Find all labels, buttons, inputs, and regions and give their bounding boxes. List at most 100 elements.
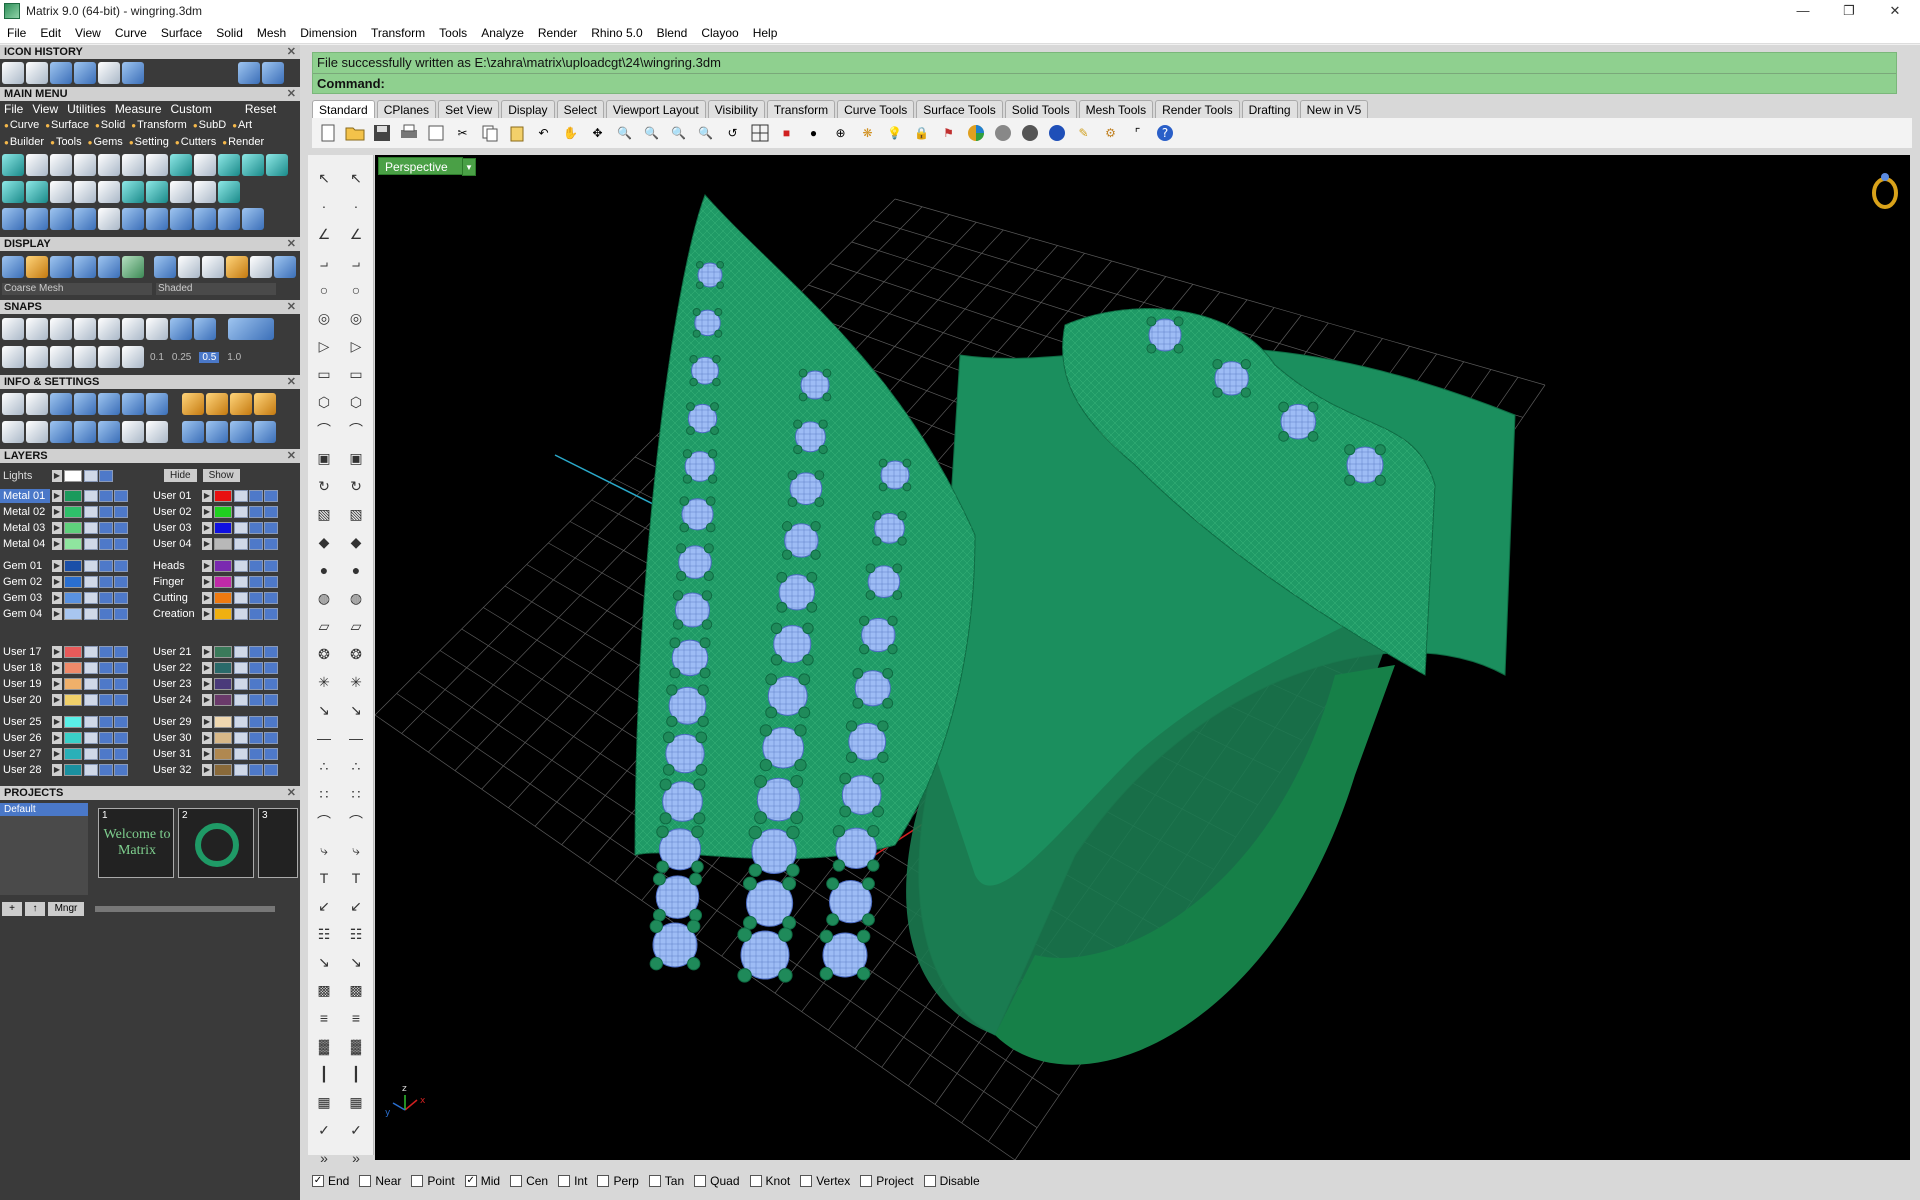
grid-icon[interactable] xyxy=(98,346,120,368)
layer-color-swatch[interactable] xyxy=(64,591,82,604)
layer-select-toggle[interactable] xyxy=(114,715,128,728)
tool-icon[interactable] xyxy=(170,154,192,176)
help-icon[interactable]: ? xyxy=(1153,122,1176,144)
layer-row[interactable]: User 21 ▶ xyxy=(150,644,279,659)
layer-row[interactable]: User 04 ▶ xyxy=(150,536,279,551)
layer-color-swatch[interactable] xyxy=(214,537,232,550)
layer-select-toggle[interactable] xyxy=(264,591,278,604)
vertical-tool-icon[interactable]: ● xyxy=(345,559,367,581)
expand-icon[interactable]: ▶ xyxy=(202,505,212,518)
layer-row[interactable]: User 31 ▶ xyxy=(150,746,279,761)
layer-row[interactable]: User 19 ▶ xyxy=(0,676,129,691)
menu-tools-item[interactable]: Tools xyxy=(50,136,82,148)
layer-select-toggle[interactable] xyxy=(114,747,128,760)
tool-icon[interactable] xyxy=(122,208,144,230)
ring-model[interactable] xyxy=(634,194,1516,1065)
tool-icon[interactable] xyxy=(122,393,144,415)
tool-icon[interactable] xyxy=(2,154,24,176)
layer-row[interactable]: Gem 03 ▶ xyxy=(0,590,129,605)
osnap-project[interactable]: Project xyxy=(860,1174,914,1188)
vertical-tool-icon[interactable]: ▧ xyxy=(313,503,335,525)
tool-icon[interactable] xyxy=(50,421,72,443)
layer-color-swatch[interactable] xyxy=(64,559,82,572)
menu-blend[interactable]: Blend xyxy=(650,26,695,40)
visibility-toggle[interactable] xyxy=(99,677,113,690)
vertical-tool-icon[interactable]: ⨼ xyxy=(313,251,335,273)
layer-select-toggle[interactable] xyxy=(114,693,128,706)
layer-row[interactable]: User 26 ▶ xyxy=(0,730,129,745)
pan-hand-icon[interactable]: ✋ xyxy=(559,122,582,144)
checkbox[interactable] xyxy=(597,1175,610,1187)
expand-icon[interactable]: ▶ xyxy=(202,763,212,776)
display-mode-select[interactable]: Shaded xyxy=(156,283,276,295)
layer-row[interactable]: User 28 ▶ xyxy=(0,762,129,777)
gem-icon[interactable] xyxy=(50,62,72,84)
checkbox[interactable] xyxy=(411,1175,424,1187)
checkbox[interactable]: ✓ xyxy=(312,1175,324,1187)
menu-dimension[interactable]: Dimension xyxy=(293,26,364,40)
menu-edit[interactable]: Edit xyxy=(33,26,68,40)
vertical-tool-icon[interactable]: ▱ xyxy=(345,615,367,637)
close-icon[interactable]: ✕ xyxy=(287,87,296,101)
vertical-tool-icon[interactable]: — xyxy=(345,727,367,749)
ghost-icon[interactable] xyxy=(98,256,120,278)
layer-select-toggle[interactable] xyxy=(264,763,278,776)
layer-color-swatch[interactable] xyxy=(214,763,232,776)
tool-icon[interactable] xyxy=(146,181,168,203)
undo-view-icon[interactable]: ↺ xyxy=(721,122,744,144)
layer-select-toggle[interactable] xyxy=(114,677,128,690)
tool-icon[interactable] xyxy=(194,208,216,230)
layer-select-toggle[interactable] xyxy=(264,677,278,690)
tab-solid-tools[interactable]: Solid Tools xyxy=(1004,100,1077,118)
tool-icon[interactable] xyxy=(182,421,204,443)
layer-select-toggle[interactable] xyxy=(264,715,278,728)
vertical-tool-icon[interactable]: · xyxy=(313,195,335,217)
lock-icon[interactable] xyxy=(234,661,248,674)
vertical-tool-icon[interactable]: T xyxy=(345,867,367,889)
layer-select-toggle[interactable] xyxy=(264,489,278,502)
vertical-tool-icon[interactable]: ◎ xyxy=(313,307,335,329)
layer-row[interactable]: User 20 ▶ xyxy=(0,692,129,707)
expand-icon[interactable]: ▶ xyxy=(52,715,62,728)
layer-row[interactable]: Gem 04 ▶ xyxy=(0,606,129,621)
lock-icon[interactable] xyxy=(84,693,98,706)
expand-icon[interactable]: ▶ xyxy=(202,731,212,744)
checkbox[interactable] xyxy=(359,1175,372,1187)
layer-row[interactable]: User 29 ▶ xyxy=(150,714,279,729)
close-icon[interactable]: ✕ xyxy=(287,237,296,251)
expand-icon[interactable]: ▶ xyxy=(202,747,212,760)
tool-icon[interactable] xyxy=(26,181,48,203)
visibility-toggle[interactable] xyxy=(249,521,263,534)
vertical-tool-icon[interactable]: ◍ xyxy=(345,587,367,609)
layer-color-swatch[interactable] xyxy=(214,731,232,744)
zoom-icon[interactable]: 🔍 xyxy=(613,122,636,144)
lock-icon[interactable] xyxy=(84,591,98,604)
sphere-icon[interactable] xyxy=(178,256,200,278)
dimension-icon[interactable]: ⌜ xyxy=(1126,122,1149,144)
layer-row[interactable]: User 32 ▶ xyxy=(150,762,279,777)
vertical-tool-icon[interactable]: ❂ xyxy=(345,643,367,665)
hide-button[interactable]: Hide xyxy=(164,469,197,482)
menu-help[interactable]: Help xyxy=(746,26,785,40)
expand-icon[interactable]: ▶ xyxy=(52,693,62,706)
expand-icon[interactable]: ▶ xyxy=(52,575,62,588)
osnap-tan[interactable]: Tan xyxy=(648,1174,684,1188)
vertical-tool-icon[interactable]: — xyxy=(313,727,335,749)
lock-icon[interactable] xyxy=(234,607,248,620)
layer-color-swatch[interactable] xyxy=(214,747,232,760)
vertical-tool-icon[interactable]: ↻ xyxy=(345,475,367,497)
lock-icon[interactable] xyxy=(84,537,98,550)
vertical-tool-icon[interactable]: ○ xyxy=(313,279,335,301)
project-default[interactable]: Default xyxy=(0,803,88,816)
layer-row[interactable]: User 27 ▶ xyxy=(0,746,129,761)
car-icon[interactable]: ■ xyxy=(775,122,798,144)
visibility-toggle[interactable] xyxy=(249,559,263,572)
layer-color-swatch[interactable] xyxy=(64,731,82,744)
snap-icon[interactable] xyxy=(26,318,48,340)
layer-color-swatch[interactable] xyxy=(64,489,82,502)
lock-icon[interactable] xyxy=(84,505,98,518)
expand-icon[interactable]: ▶ xyxy=(202,575,212,588)
tab-render-tools[interactable]: Render Tools xyxy=(1155,100,1240,118)
layer-select-toggle[interactable] xyxy=(114,521,128,534)
vertical-tool-icon[interactable]: ✓ xyxy=(313,1119,335,1141)
